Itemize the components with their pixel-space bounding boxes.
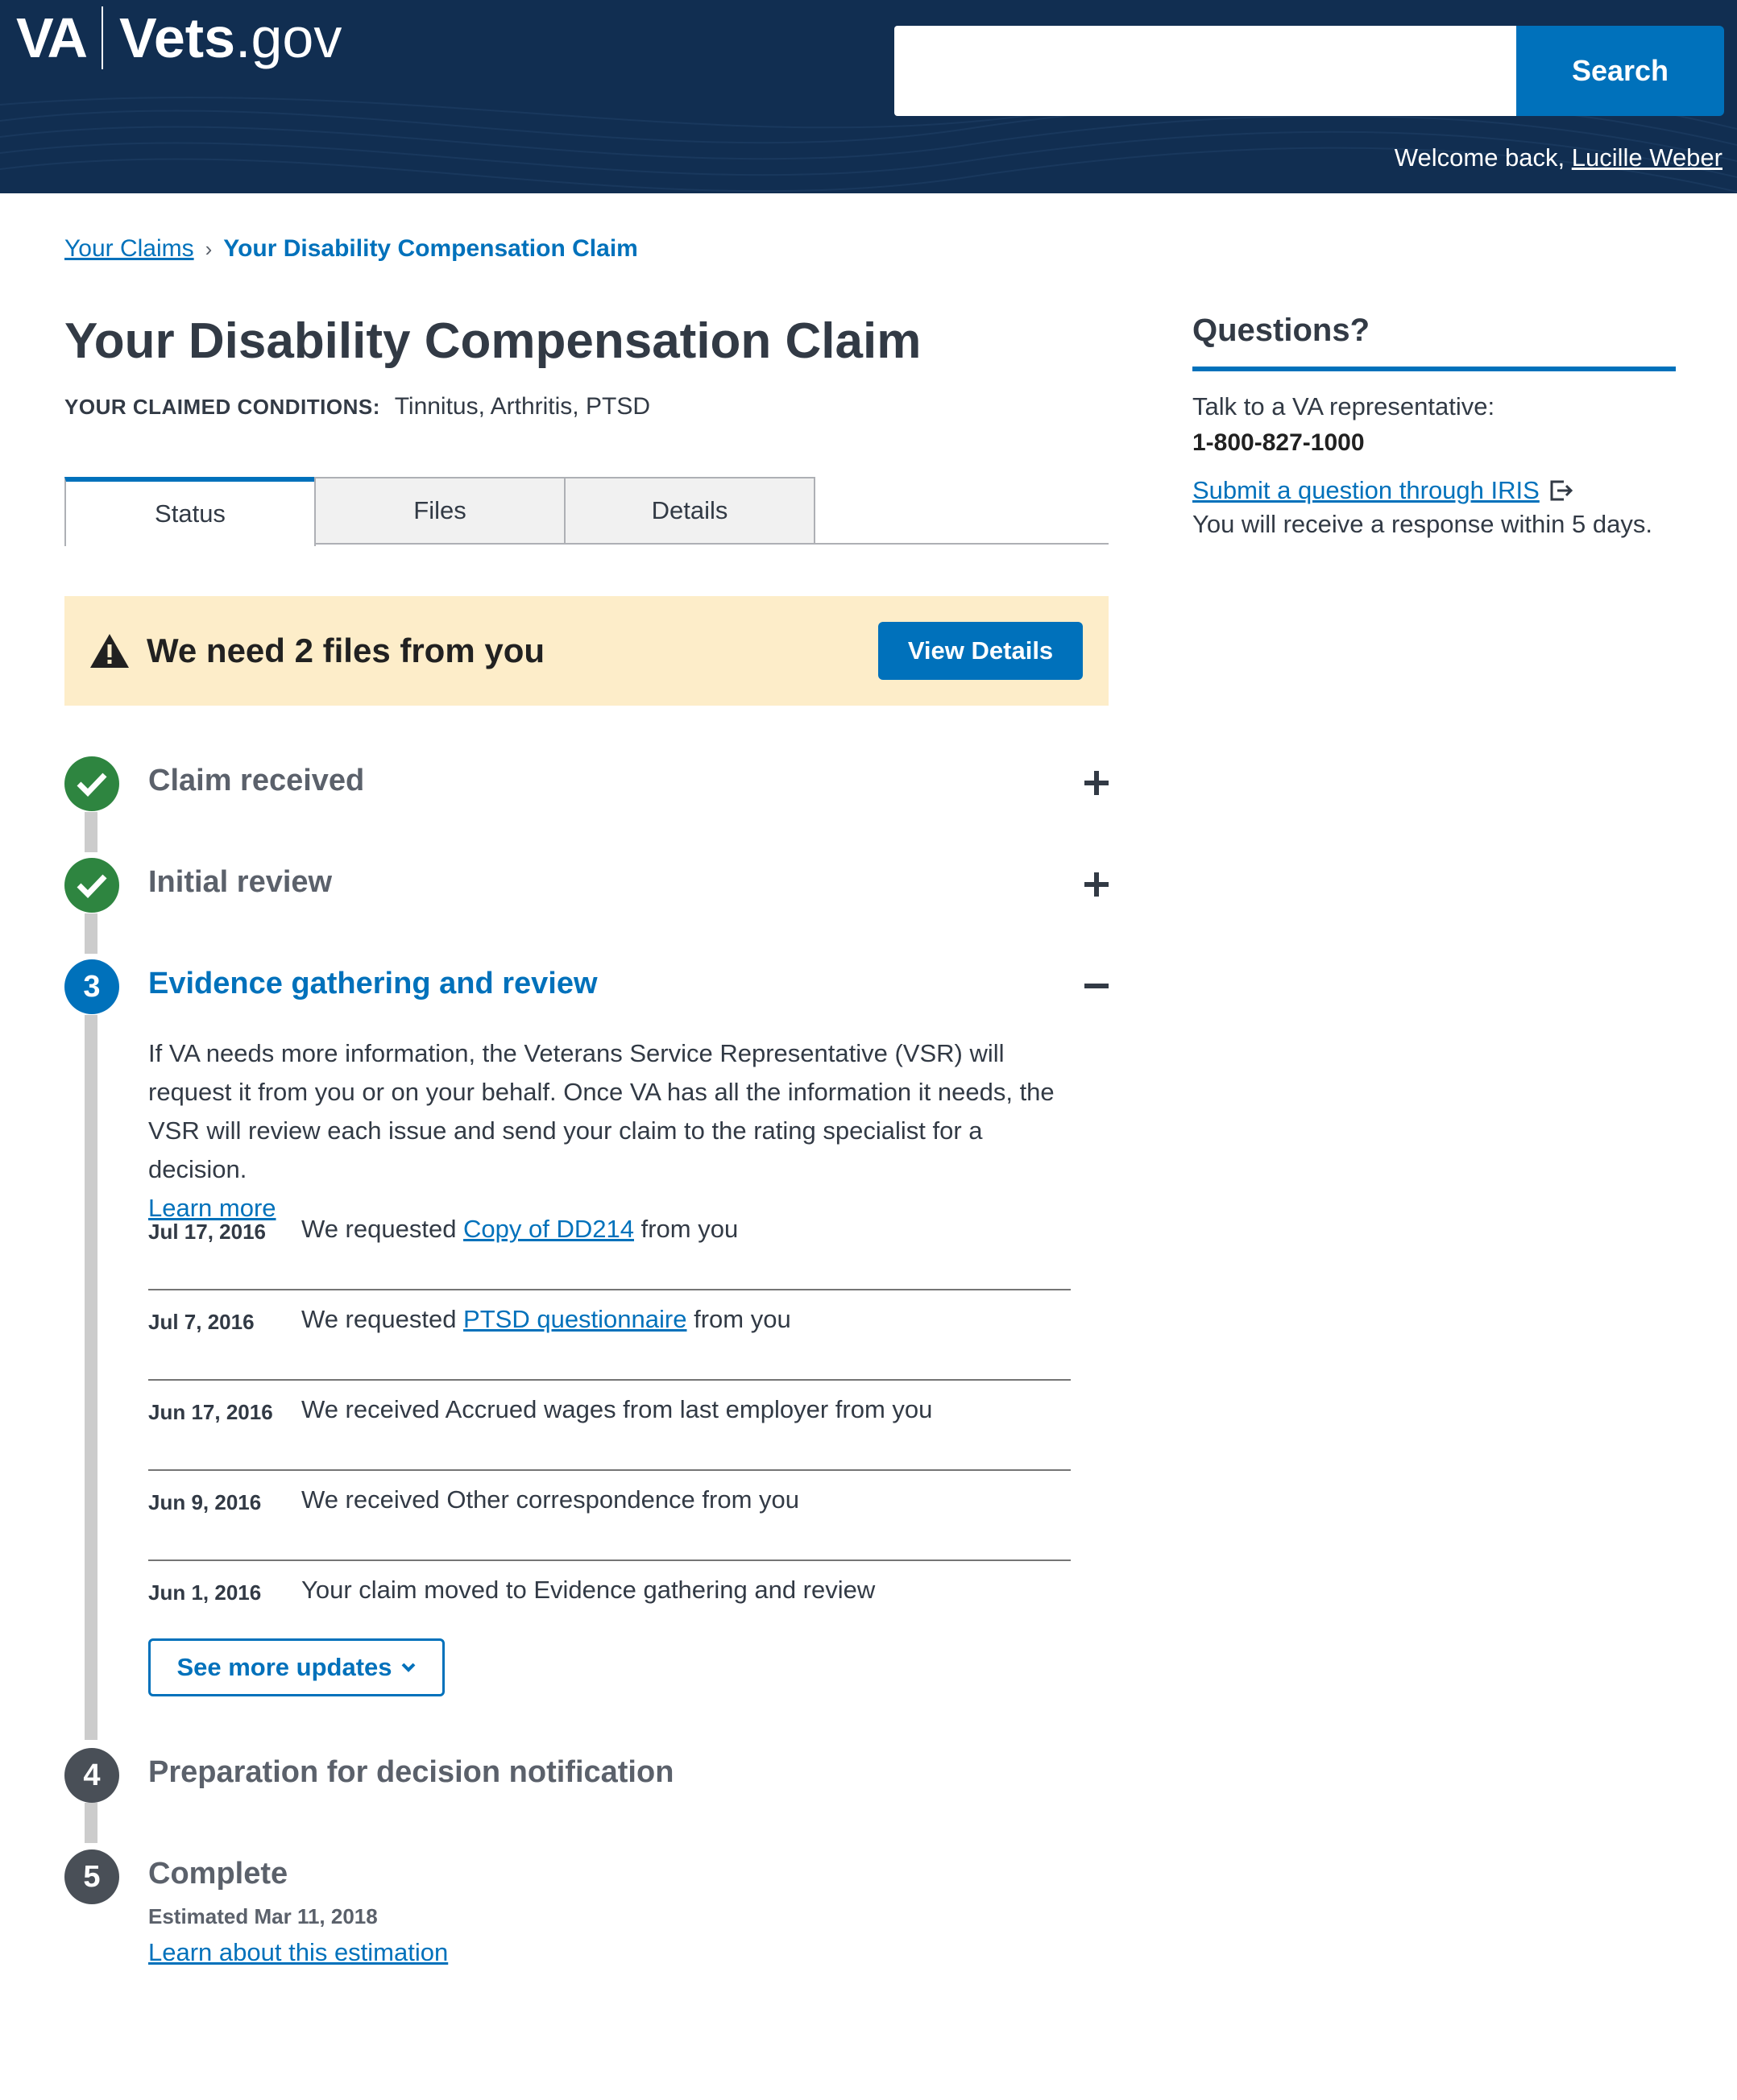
- alert-message: We need 2 files from you: [147, 632, 545, 669]
- ptsd-questionnaire-link[interactable]: PTSD questionnaire: [463, 1305, 686, 1333]
- update-item: Jul 7, 2016 We requested PTSD questionna…: [148, 1290, 1071, 1381]
- step-2-complete-icon: [64, 858, 119, 913]
- tab-files[interactable]: Files: [314, 477, 566, 545]
- update-date: Jun 9, 2016: [148, 1490, 262, 1514]
- logo-va-text: VA: [16, 6, 88, 69]
- view-details-button[interactable]: View Details: [878, 622, 1083, 680]
- claimed-conditions: YOUR CLAIMED CONDITIONS: Tinnitus, Arthr…: [64, 393, 650, 420]
- phone-number: 1-800-827-1000: [1192, 429, 1365, 456]
- estimated-date: Estimated Mar 11, 2018: [148, 1904, 378, 1928]
- tab-status[interactable]: Status: [64, 477, 316, 546]
- step-1-title[interactable]: Claim received: [148, 764, 364, 798]
- checkmark-icon: [77, 874, 107, 898]
- site-logo[interactable]: VA Vets .gov: [16, 2, 342, 74]
- update-date: Jul 7, 2016: [148, 1310, 255, 1334]
- collapse-icon[interactable]: [1084, 974, 1109, 998]
- timeline-connector: [85, 1015, 97, 1740]
- learn-about-estimation-link[interactable]: Learn about this estimation: [148, 1938, 448, 1967]
- update-message: We received Other correspondence from yo…: [301, 1485, 800, 1514]
- logo-gov-text: .gov: [235, 6, 342, 69]
- step-description-text: If VA needs more information, the Vetera…: [148, 1039, 1055, 1183]
- user-name-link[interactable]: Lucille Weber: [1572, 143, 1722, 172]
- welcome-message: Welcome back, Lucille Weber: [1395, 143, 1722, 172]
- update-item: Jun 17, 2016 We received Accrued wages f…: [148, 1381, 1071, 1471]
- step-4-title: Preparation for decision notification: [148, 1755, 674, 1789]
- step-3-number: 3: [64, 959, 119, 1014]
- see-more-label: See more updates: [176, 1653, 392, 1681]
- files-needed-alert: We need 2 files from you View Details: [64, 596, 1109, 706]
- see-more-updates-button[interactable]: See more updates: [148, 1638, 445, 1696]
- update-message: We requested PTSD questionnaire from you: [301, 1305, 791, 1333]
- iris-row: Submit a question through IRIS: [1192, 476, 1676, 505]
- warning-icon: [90, 634, 129, 668]
- tab-details[interactable]: Details: [564, 477, 815, 545]
- logo-vets-text: Vets: [119, 6, 236, 69]
- update-item: Jul 17, 2016 We requested Copy of DD214 …: [148, 1200, 1071, 1290]
- breadcrumb-current: Your Disability Compensation Claim: [223, 235, 638, 262]
- expand-icon[interactable]: [1084, 771, 1109, 795]
- talk-to-rep-text: Talk to a VA representative:: [1192, 392, 1495, 420]
- updates-list: Jul 17, 2016 We requested Copy of DD214 …: [148, 1200, 1071, 1651]
- welcome-text: Welcome back,: [1394, 143, 1572, 172]
- timeline-connector: [85, 913, 97, 954]
- expand-icon[interactable]: [1084, 872, 1109, 897]
- breadcrumb-your-claims[interactable]: Your Claims: [64, 235, 194, 263]
- step-1-complete-icon: [64, 756, 119, 811]
- search-button[interactable]: Search: [1516, 26, 1724, 116]
- step-3-description: If VA needs more information, the Vetera…: [148, 1034, 1067, 1228]
- update-date: Jul 17, 2016: [148, 1220, 266, 1244]
- response-time-text: You will receive a response within 5 day…: [1192, 510, 1652, 538]
- update-message: We requested Copy of DD214 from you: [301, 1215, 739, 1243]
- step-3-title[interactable]: Evidence gathering and review: [148, 967, 598, 1001]
- questions-sidebar: Questions? Talk to a VA representative: …: [1192, 313, 1676, 539]
- update-date: Jun 17, 2016: [148, 1400, 273, 1424]
- iris-link[interactable]: Submit a question through IRIS: [1192, 476, 1540, 505]
- checkmark-icon: [77, 772, 107, 797]
- conditions-label: YOUR CLAIMED CONDITIONS:: [64, 395, 380, 419]
- sidebar-title: Questions?: [1192, 313, 1676, 371]
- logo-divider: [102, 6, 104, 69]
- step-5-number: 5: [64, 1849, 119, 1904]
- breadcrumb: Your Claims › Your Disability Compensati…: [64, 235, 638, 263]
- step-5-title: Complete: [148, 1857, 288, 1891]
- update-date: Jun 1, 2016: [148, 1580, 262, 1605]
- search-input[interactable]: [894, 26, 1516, 116]
- chevron-down-icon: [401, 1663, 415, 1672]
- page-title: Your Disability Compensation Claim: [64, 313, 922, 369]
- claim-tabs: Status Files Details: [64, 477, 1109, 546]
- update-message: We received Accrued wages from last empl…: [301, 1395, 933, 1423]
- dd214-link[interactable]: Copy of DD214: [463, 1215, 634, 1243]
- external-link-icon: [1550, 480, 1573, 501]
- step-2-title[interactable]: Initial review: [148, 865, 332, 900]
- timeline-connector: [85, 812, 97, 852]
- timeline-connector: [85, 1803, 97, 1843]
- site-header: VA Vets .gov Search Welcome back, Lucille…: [0, 0, 1737, 193]
- update-item: Jun 9, 2016 We received Other correspond…: [148, 1471, 1071, 1561]
- conditions-value: Tinnitus, Arthritis, PTSD: [394, 393, 650, 420]
- breadcrumb-separator: ›: [205, 236, 213, 261]
- step-4-number: 4: [64, 1748, 119, 1803]
- update-message: Your claim moved to Evidence gathering a…: [301, 1576, 876, 1604]
